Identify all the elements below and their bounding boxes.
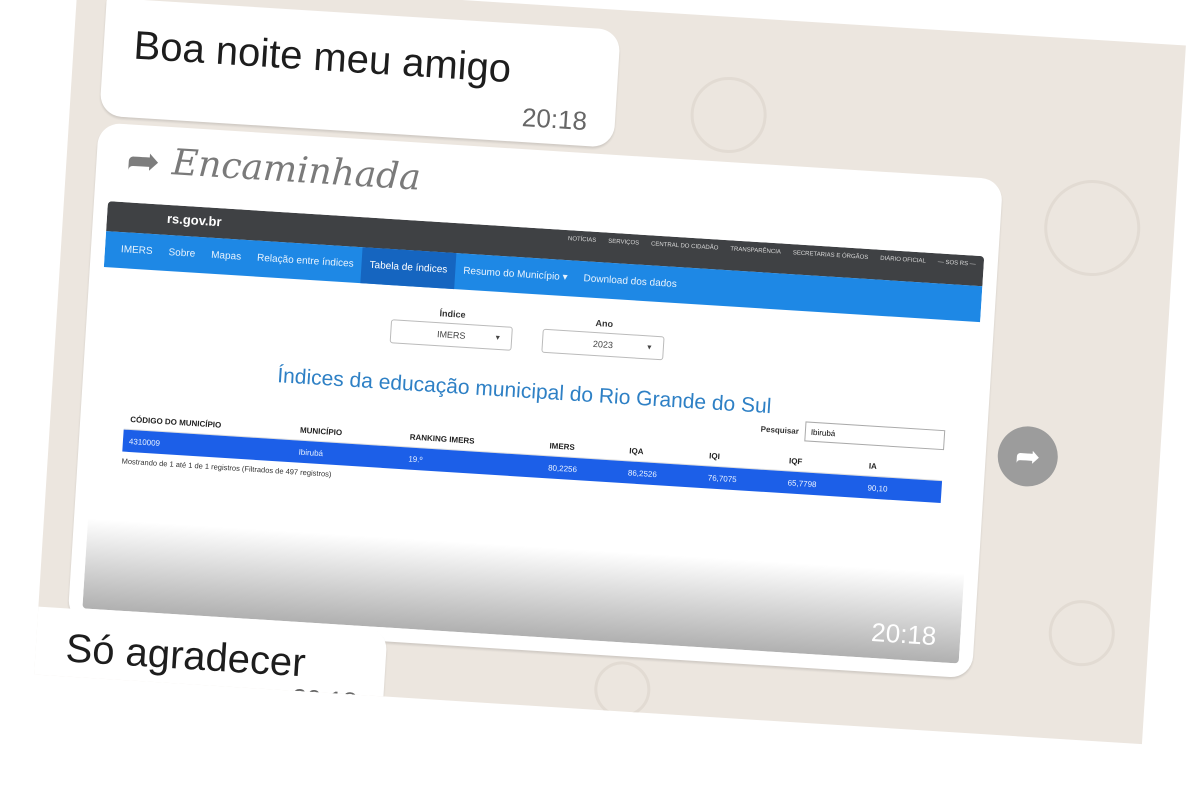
table-cell: 65,7798 (787, 477, 817, 489)
nav-item-sobre: Sobre (168, 247, 196, 260)
site-brand: rs.gov.br (166, 210, 223, 230)
search-label: Pesquisar (760, 424, 800, 436)
filter-indice: Índice IMERS ▼ (389, 305, 514, 351)
message-text: Boa noite meu amigo (132, 23, 513, 92)
table-cell: 76,7075 (707, 472, 737, 484)
select-value: IMERS (436, 329, 466, 341)
table-cell: 90,10 (867, 482, 888, 494)
nav-item-mapas: Mapas (210, 249, 242, 263)
ano-select: 2023 ▼ (541, 328, 665, 361)
forward-arrow-icon: ➦ (125, 137, 162, 184)
share-forward-icon[interactable]: ➦ (995, 424, 1060, 489)
image-time: 20:18 (870, 616, 938, 652)
nav-item-download: Download dos dados (583, 273, 678, 291)
table-cell: 4310009 (128, 436, 161, 448)
nav-item-relacao: Relação entre índices (256, 252, 354, 270)
indices-table: Pesquisar CÓDIGO DO MUNICÍPIO MUNICÍPIO … (121, 402, 946, 517)
wallpaper-doodle (592, 659, 653, 720)
filter-label: Ano (595, 318, 614, 330)
message-bubble-forwarded-image[interactable]: ➦ Encaminhada rs.gov.br NOTÍCIAS SERVIÇO… (67, 122, 1004, 679)
table-cell: Ibirubá (298, 447, 324, 458)
forwarded-label: Encaminhada (170, 142, 422, 199)
page-title: Índices da educação municipal do Rio Gra… (276, 364, 773, 419)
indice-select: IMERS ▼ (389, 319, 513, 351)
wallpaper-doodle (1046, 598, 1117, 669)
nav-item-imers: IMERS (120, 244, 153, 258)
filter-label: Índice (439, 308, 466, 320)
message-time: 20:18 (521, 102, 588, 137)
select-value: 2023 (592, 338, 614, 351)
forwarded-header: ➦ Encaminhada (125, 137, 422, 199)
table-cell: 86,2526 (627, 467, 658, 479)
caret-down-icon: ▼ (494, 334, 502, 342)
message-time: 20:18 (291, 682, 358, 717)
filters: Índice IMERS ▼ Ano 2023 ▼ (389, 305, 666, 361)
message-text: Só agradecer (64, 626, 307, 686)
caret-down-icon: ▼ (645, 343, 654, 352)
wallpaper-doodle (1041, 177, 1144, 279)
table-cell: 19.º (408, 454, 423, 464)
wallpaper-doodle (688, 74, 769, 156)
forwarded-image[interactable]: rs.gov.br NOTÍCIAS SERVIÇOS CENTRAL DO C… (82, 201, 985, 664)
table-cell: 80,2256 (547, 462, 578, 474)
filter-ano: Ano 2023 ▼ (541, 315, 665, 361)
nav-item-resumo: Resumo do Município ▾ (462, 265, 568, 284)
chat-background: Boa noite meu amigo 20:18 ➦ Encaminhada … (34, 0, 1186, 745)
nav-item-tabela: Tabela de índices (360, 247, 457, 290)
message-bubble-greeting[interactable]: Boa noite meu amigo 20:18 (99, 0, 621, 148)
